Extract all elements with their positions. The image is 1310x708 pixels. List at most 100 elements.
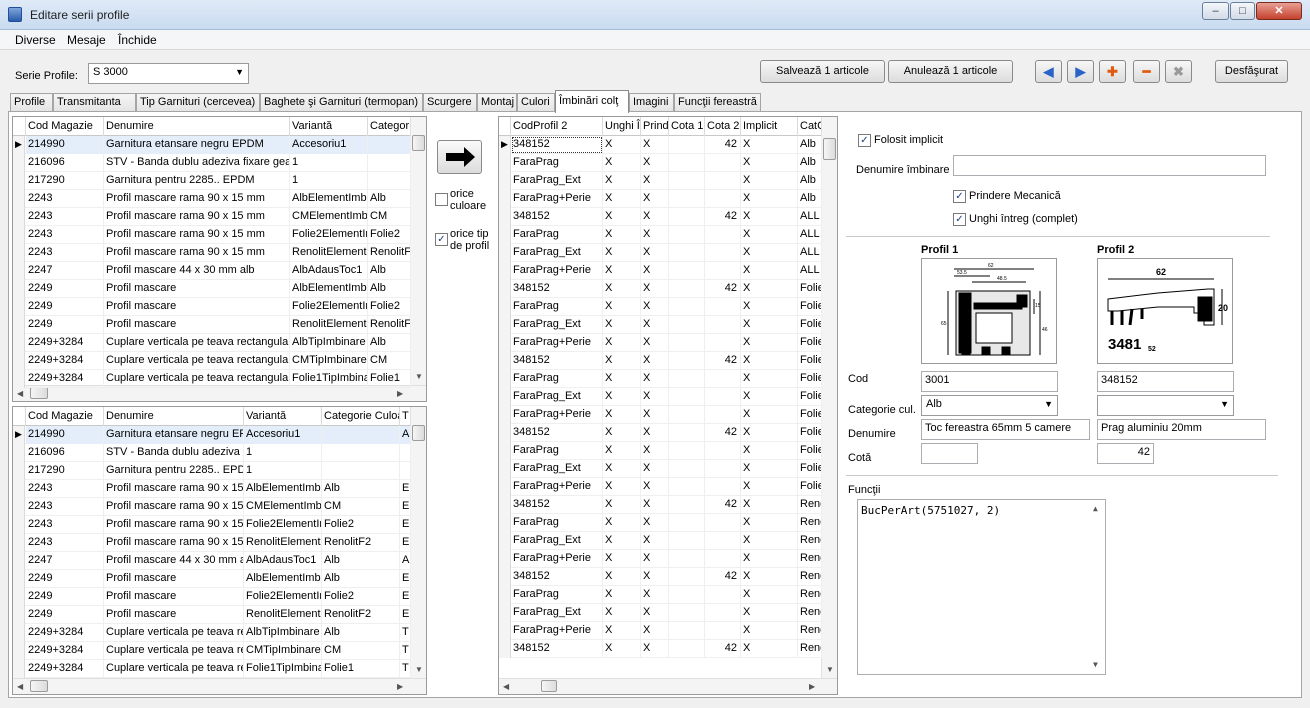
header-categorie[interactable]: Categor <box>368 117 411 136</box>
table-cell[interactable]: 216096 <box>26 444 104 462</box>
table-cell[interactable] <box>322 444 400 462</box>
header-categorie[interactable]: CatC <box>798 117 822 136</box>
row-selector[interactable] <box>13 624 25 642</box>
table-cell[interactable]: X <box>641 352 669 370</box>
row-selector[interactable] <box>13 226 25 244</box>
table-row[interactable]: 2243 Profil mascare rama 90 x 15 mm Renoli… <box>13 244 411 262</box>
table-cell[interactable]: X <box>741 460 798 478</box>
row-selector[interactable] <box>499 586 511 604</box>
table-cell[interactable]: A <box>400 552 411 570</box>
scroll-thumb[interactable] <box>541 680 557 692</box>
table-cell[interactable]: Folie <box>798 478 822 496</box>
table-row[interactable]: 2247 Profil mascare 44 x 30 mm alb AlbAdau… <box>13 262 411 280</box>
table-cell[interactable]: X <box>741 550 798 568</box>
table-cell[interactable] <box>368 136 411 154</box>
table-row[interactable]: 2249 Profil mascare RenolitElementI Renolit… <box>13 316 411 334</box>
header-denumire[interactable]: Denumire <box>104 117 290 136</box>
menu-diverse[interactable]: Diverse <box>15 33 56 47</box>
table-cell[interactable]: X <box>603 532 641 550</box>
table-cell[interactable]: X <box>603 640 641 658</box>
table-cell[interactable]: FaraPrag <box>511 370 603 388</box>
table-cell[interactable]: Alb <box>798 190 822 208</box>
table-cell[interactable]: X <box>603 208 641 226</box>
table-row[interactable]: 2249+3284 Cuplare verticala pe teava re CM… <box>13 642 411 660</box>
table-cell[interactable]: AlbTipImbinare <box>290 334 368 352</box>
scroll-right-icon[interactable]: ▶ <box>397 682 403 691</box>
table-cell[interactable]: X <box>603 514 641 532</box>
table-cell[interactable]: Renc <box>798 622 822 640</box>
table-cell[interactable]: CMElementImbi <box>244 498 322 516</box>
table-cell[interactable] <box>705 550 741 568</box>
table-cell[interactable]: CMElementImbi <box>290 208 368 226</box>
table-row[interactable]: 2243 Profil mascare rama 90 x 15 AlbElemen… <box>13 480 411 498</box>
table-cell[interactable]: ALL <box>798 244 822 262</box>
table-cell[interactable]: Garnitura etansare negru EPDM <box>104 136 290 154</box>
table-cell[interactable]: X <box>641 190 669 208</box>
table-cell[interactable]: Folie <box>798 334 822 352</box>
table-cell[interactable]: X <box>603 442 641 460</box>
table-cell[interactable] <box>368 154 411 172</box>
table-cell[interactable]: Profil mascare <box>104 298 290 316</box>
row-selector[interactable]: ▶ <box>499 136 511 154</box>
table-row[interactable]: 348152 X X 42 X Folie <box>499 352 822 370</box>
table-cell[interactable]: FaraPrag_Ext <box>511 388 603 406</box>
previous-button[interactable]: ◀ <box>1035 60 1062 83</box>
table-cell[interactable]: X <box>641 370 669 388</box>
table-cell[interactable]: X <box>741 316 798 334</box>
tab-montaj[interactable]: Montaj <box>477 93 517 112</box>
row-selector[interactable] <box>13 154 25 172</box>
tab-functii-fereastra[interactable]: Funcţii fereastră <box>674 93 761 112</box>
table-cell[interactable]: FaraPrag+Perie <box>511 550 603 568</box>
row-selector[interactable] <box>13 190 25 208</box>
minimize-button[interactable]: – <box>1202 2 1229 20</box>
table-cell[interactable] <box>669 514 705 532</box>
table-cell[interactable] <box>705 514 741 532</box>
table-cell[interactable]: X <box>641 478 669 496</box>
table-row[interactable]: 2249 Profil mascare RenolitElementI Renolit… <box>13 606 411 624</box>
scroll-right-icon[interactable]: ▶ <box>809 682 815 691</box>
table-cell[interactable]: RenolitElementI <box>290 244 368 262</box>
table-row[interactable]: FaraPrag_Ext X X X Folie <box>499 316 822 334</box>
table-row[interactable]: 2243 Profil mascare rama 90 x 15 mm AlbEle… <box>13 190 411 208</box>
table-row[interactable]: 348152XX42XRenc <box>499 568 822 586</box>
header-prindere[interactable]: Prind <box>641 117 669 136</box>
row-selector[interactable] <box>499 424 511 442</box>
table-cell[interactable] <box>669 136 705 154</box>
table-cell[interactable]: CMTipImbinare <box>244 642 322 660</box>
table-cell[interactable]: FaraPrag <box>511 226 603 244</box>
table-cell[interactable] <box>669 190 705 208</box>
table-cell[interactable]: Folie <box>798 460 822 478</box>
table-cell[interactable]: X <box>603 190 641 208</box>
table-cell[interactable] <box>669 172 705 190</box>
table-cell[interactable]: 42 <box>705 568 741 586</box>
table-cell[interactable]: X <box>741 298 798 316</box>
table-cell[interactable]: X <box>741 370 798 388</box>
table-cell[interactable]: 348152 <box>511 640 603 658</box>
table-cell[interactable] <box>669 442 705 460</box>
table-cell[interactable] <box>705 334 741 352</box>
table-row[interactable]: 348152XX42XRenc <box>499 496 822 514</box>
table-cell[interactable]: RenolitElementI <box>244 534 322 552</box>
table-cell[interactable]: FaraPrag+Perie <box>511 334 603 352</box>
table-cell[interactable]: E <box>400 606 411 624</box>
table-cell[interactable] <box>669 586 705 604</box>
table-row[interactable]: FaraPrag_Ext X X X Folie <box>499 460 822 478</box>
table-cell[interactable]: Profil mascare rama 90 x 15 <box>104 534 244 552</box>
table-cell[interactable]: FaraPrag_Ext <box>511 244 603 262</box>
cod-1-input[interactable]: 3001 <box>921 371 1058 392</box>
table-cell[interactable]: X <box>603 424 641 442</box>
table-row[interactable]: 2249+3284 Cuplare verticala pe teava re Fo… <box>13 660 411 678</box>
table-cell[interactable]: FaraPrag_Ext <box>511 172 603 190</box>
row-selector[interactable] <box>499 388 511 406</box>
table-cell[interactable]: X <box>741 388 798 406</box>
table-cell[interactable]: X <box>603 388 641 406</box>
scroll-thumb[interactable] <box>823 138 836 160</box>
table-cell[interactable]: FaraPrag+Perie <box>511 406 603 424</box>
articles-grid-bottom[interactable]: Cod Magazie Denumire Variantă Categorie … <box>12 406 427 695</box>
table-cell[interactable]: STV - Banda dublu adeziva fi <box>104 444 244 462</box>
table-cell[interactable]: E <box>400 498 411 516</box>
row-selector[interactable]: ▶ <box>13 136 25 154</box>
table-cell[interactable]: Renc <box>798 586 822 604</box>
table-cell[interactable]: Alb <box>368 262 411 280</box>
scroll-down-icon[interactable]: ▼ <box>1093 660 1098 669</box>
